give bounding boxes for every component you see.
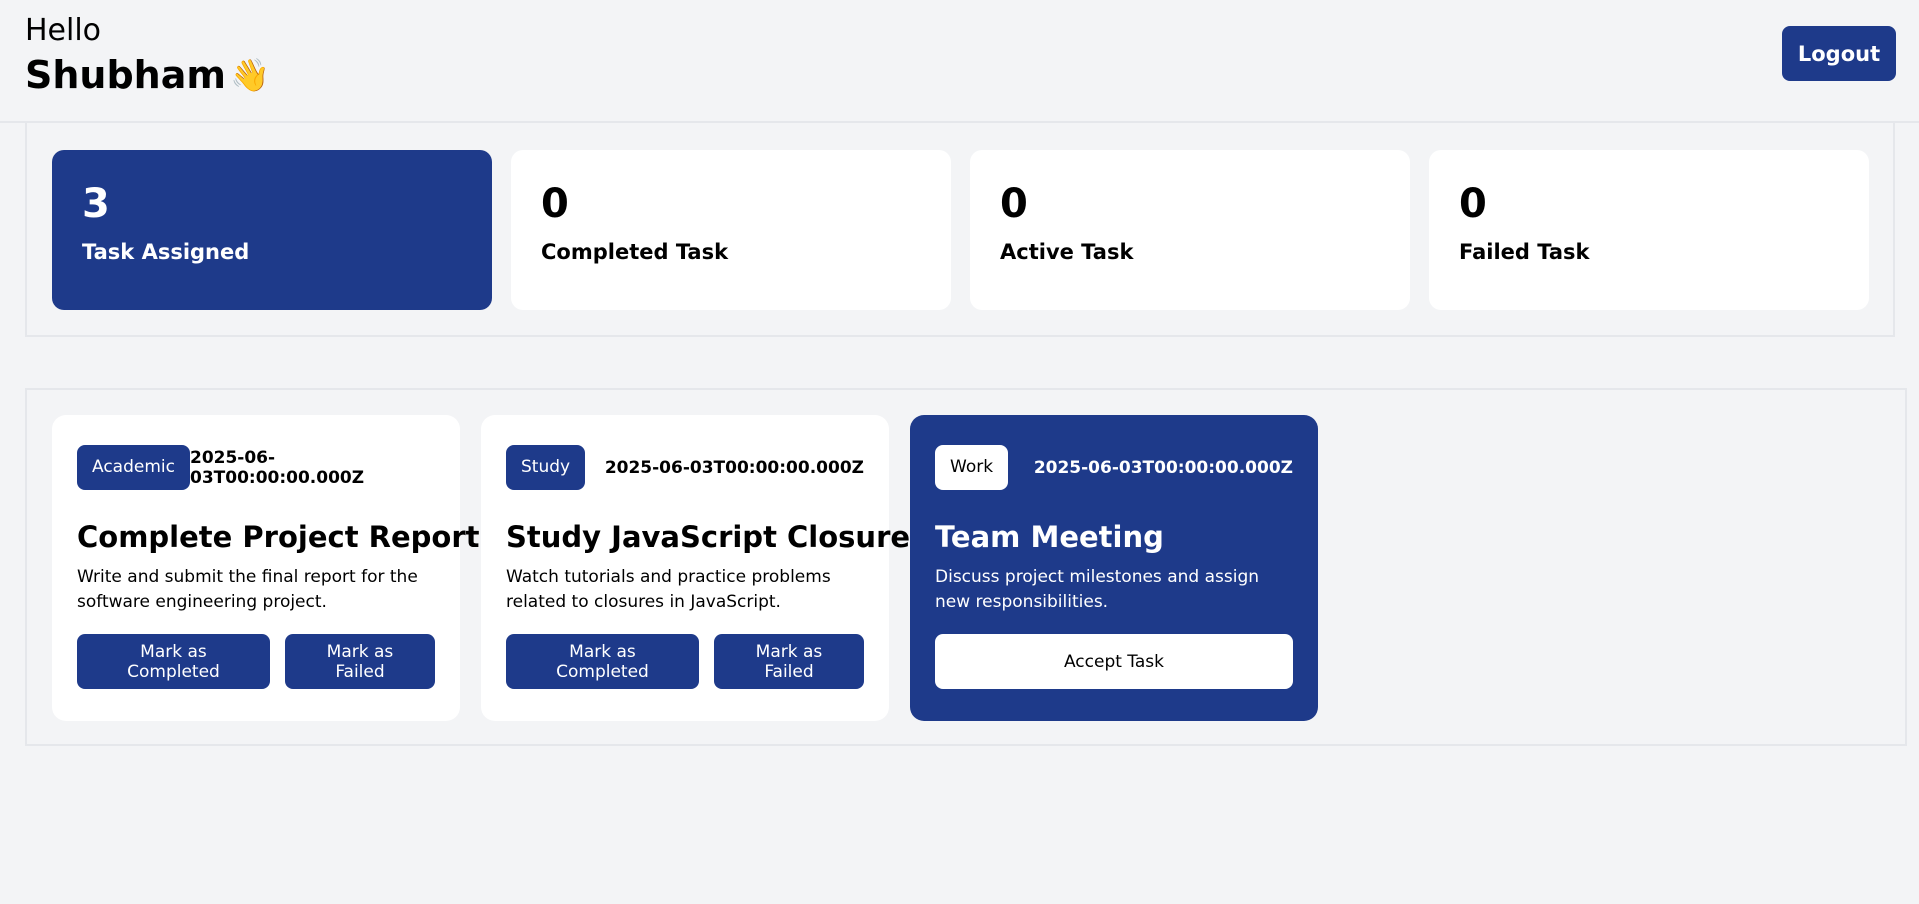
category-badge: Academic: [77, 445, 190, 490]
task-title: Team Meeting: [935, 520, 1164, 554]
category-badge: Study: [506, 445, 586, 490]
stat-card-completed: 0 Completed Task: [511, 150, 951, 310]
stat-count: 3: [82, 181, 110, 227]
stat-label: Task Assigned: [82, 240, 250, 264]
tasks-panel: Academic 2025-06-03T00:00:00.000Z Comple…: [25, 388, 1907, 746]
stat-count: 0: [1459, 181, 1487, 227]
task-date: 2025-06-03T00:00:00.000Z: [189, 447, 365, 488]
task-date: 2025-06-03T00:00:00.000Z: [604, 457, 864, 478]
task-card-new: Work 2025-06-03T00:00:00.000Z Team Meeti…: [910, 415, 1318, 721]
mark-failed-button[interactable]: Mark as Failed: [713, 634, 864, 689]
greeting: Hello Shubham 👋: [25, 12, 270, 98]
task-card: Study 2025-06-03T00:00:00.000Z Study Jav…: [481, 415, 928, 721]
task-card: Academic 2025-06-03T00:00:00.000Z Comple…: [52, 415, 480, 721]
task-actions: Accept Task: [935, 634, 1293, 689]
stat-label: Active Task: [1000, 240, 1134, 264]
mark-completed-button[interactable]: Mark as Completed: [77, 634, 270, 689]
user-name: Shubham: [25, 53, 226, 97]
mark-failed-button[interactable]: Mark as Failed: [284, 634, 435, 689]
task-description: Discuss project milestones and assign ne…: [935, 567, 1260, 612]
category-badge: Work: [935, 445, 1009, 490]
stat-count: 0: [1000, 181, 1028, 227]
accept-task-button[interactable]: Accept Task: [935, 634, 1293, 689]
task-description: Write and submit the final report for th…: [77, 567, 418, 612]
task-date: 2025-06-03T00:00:00.000Z: [1033, 457, 1293, 478]
task-title: Study JavaScript Closures: [506, 520, 928, 554]
task-actions: Mark as Completed Mark as Failed: [506, 634, 864, 689]
task-header: Academic 2025-06-03T00:00:00.000Z: [77, 445, 435, 490]
stat-count: 0: [541, 181, 569, 227]
stat-label: Failed Task: [1459, 240, 1590, 264]
stat-card-failed: 0 Failed Task: [1429, 150, 1869, 310]
stats-panel: 3 Task Assigned 0 Completed Task 0 Activ…: [25, 123, 1895, 337]
task-title: Complete Project Report: [77, 520, 480, 554]
name-row: Shubham 👋: [25, 52, 270, 98]
mark-completed-button[interactable]: Mark as Completed: [506, 634, 699, 689]
hello-text: Hello: [25, 13, 102, 48]
task-description: Watch tutorials and practice problems re…: [506, 567, 831, 612]
stat-card-assigned: 3 Task Assigned: [52, 150, 492, 310]
task-header: Study 2025-06-03T00:00:00.000Z: [506, 445, 864, 490]
task-header: Work 2025-06-03T00:00:00.000Z: [935, 445, 1293, 490]
task-actions: Mark as Completed Mark as Failed: [77, 634, 435, 689]
header: Hello Shubham 👋 Logout: [0, 0, 1919, 123]
logout-button[interactable]: Logout: [1782, 26, 1896, 81]
waving-hand-icon: 👋: [229, 56, 270, 94]
stat-card-active: 0 Active Task: [970, 150, 1410, 310]
stat-label: Completed Task: [541, 240, 729, 264]
